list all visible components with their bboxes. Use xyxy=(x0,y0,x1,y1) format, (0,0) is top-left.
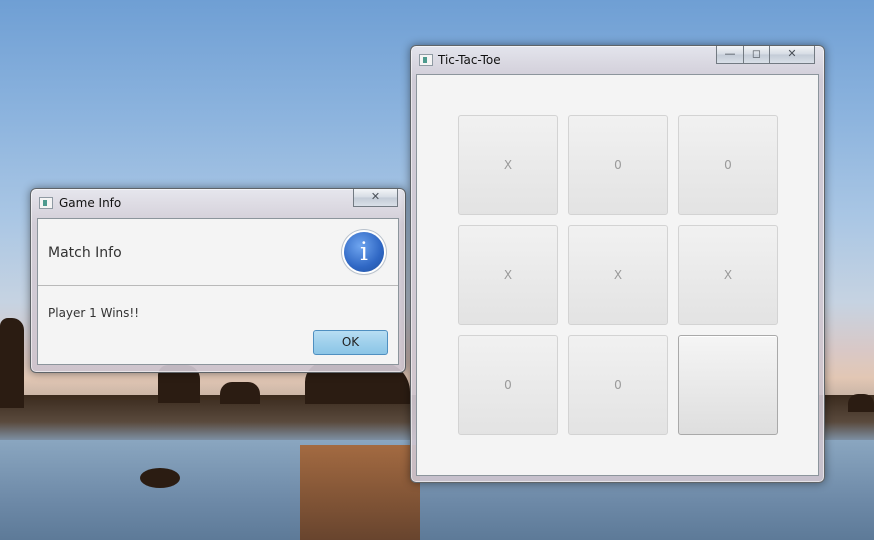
dialog-titlebar[interactable]: Game Info ✕ xyxy=(31,189,405,217)
dialog-title: Game Info xyxy=(59,196,122,210)
wallpaper-rock xyxy=(848,394,874,412)
dialog-message: Player 1 Wins!! xyxy=(48,306,140,320)
board-cell[interactable]: 0 xyxy=(568,335,668,435)
game-close-button[interactable]: ✕ xyxy=(769,46,815,64)
game-board-area: X 0 0 X X X 0 0 xyxy=(416,74,819,476)
tic-tac-toe-window: Tic-Tac-Toe — ◻ ✕ X 0 0 X X X 0 0 xyxy=(410,45,825,483)
app-icon xyxy=(39,197,53,209)
dialog-header-pane: Match Info i xyxy=(38,219,398,286)
game-info-dialog: Game Info ✕ Match Info i Player 1 Wins!!… xyxy=(30,188,406,373)
game-window-title: Tic-Tac-Toe xyxy=(438,53,501,67)
board-cell[interactable]: X xyxy=(458,115,558,215)
app-icon xyxy=(419,54,433,66)
wallpaper-rock xyxy=(0,318,24,408)
maximize-button[interactable]: ◻ xyxy=(743,46,770,64)
board-cell[interactable]: X xyxy=(568,225,668,325)
wallpaper-rock xyxy=(220,382,260,404)
board-cell[interactable] xyxy=(678,335,778,435)
board-cell[interactable]: 0 xyxy=(678,115,778,215)
board-cell[interactable]: 0 xyxy=(568,115,668,215)
ok-button[interactable]: OK xyxy=(313,330,388,355)
game-titlebar[interactable]: Tic-Tac-Toe — ◻ ✕ xyxy=(411,46,824,74)
wallpaper-rock xyxy=(140,468,180,488)
board-cell[interactable]: X xyxy=(458,225,558,325)
dialog-client-area: Match Info i Player 1 Wins!! OK xyxy=(37,218,399,365)
wallpaper-reflection-glow xyxy=(300,445,420,540)
board-cell[interactable]: X xyxy=(678,225,778,325)
dialog-close-button[interactable]: ✕ xyxy=(353,189,398,207)
dialog-header-text: Match Info xyxy=(48,245,122,261)
info-icon: i xyxy=(344,232,384,272)
minimize-button[interactable]: — xyxy=(716,46,744,64)
board-cell[interactable]: 0 xyxy=(458,335,558,435)
